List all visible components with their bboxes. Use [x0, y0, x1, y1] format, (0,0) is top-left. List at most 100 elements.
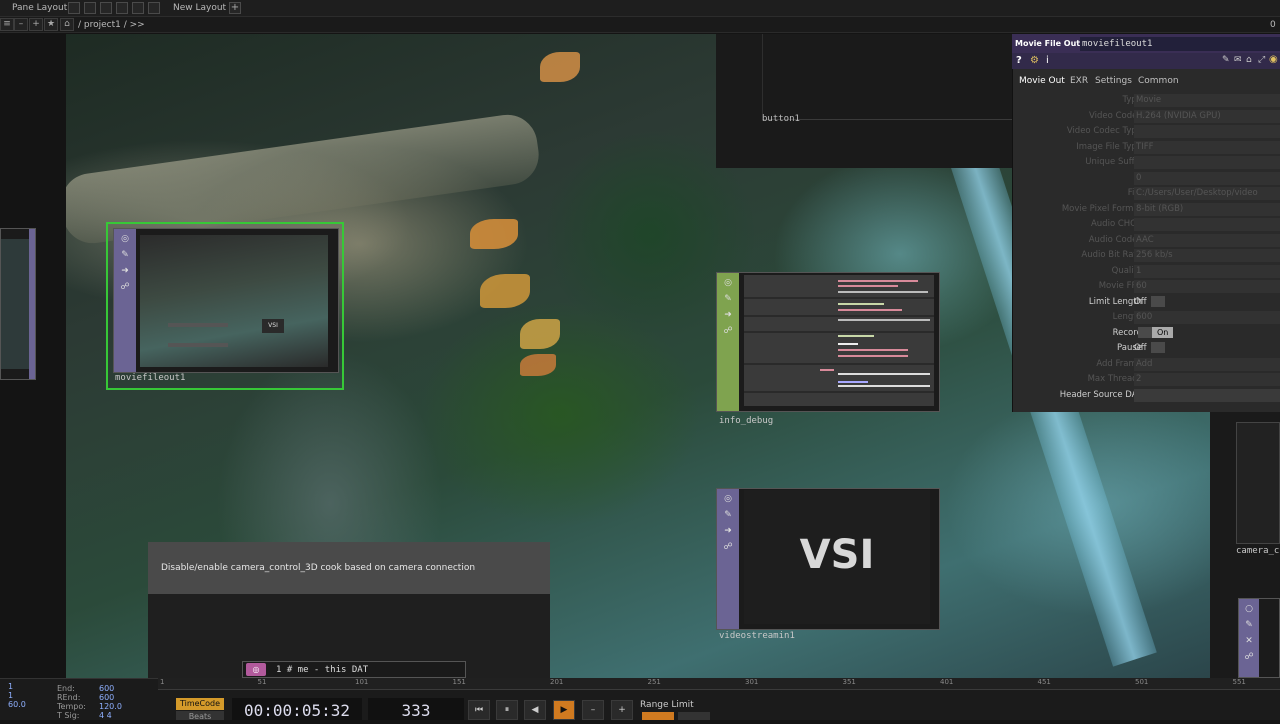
layout-grid-button[interactable]	[148, 2, 160, 14]
step-back-button[interactable]: ◀	[524, 700, 546, 720]
layout-split-button[interactable]	[84, 2, 96, 14]
timecode-display[interactable]: 00:00:05:32	[232, 698, 362, 720]
param-label: Image File Type	[1076, 141, 1142, 152]
param-value-field[interactable]	[1134, 156, 1280, 169]
param-value-field[interactable]: 2	[1134, 373, 1280, 386]
param-value-field[interactable]: H.264 (NVIDIA GPU)	[1134, 109, 1280, 123]
toggle-box[interactable]	[1150, 342, 1165, 353]
parent-icon[interactable]: ⌂	[1246, 55, 1252, 65]
param-value-field[interactable]: Movie	[1134, 94, 1280, 107]
param-row: Unique Suffix	[1012, 155, 1280, 170]
play-button[interactable]: ▶	[553, 700, 575, 720]
layout-triple-button[interactable]	[116, 2, 128, 14]
add-icon[interactable]: +	[29, 18, 43, 31]
camera-node-label[interactable]: camera_c	[1236, 546, 1279, 556]
layout-vsplit-button[interactable]	[100, 2, 112, 14]
collapse-icon[interactable]: –	[14, 18, 28, 31]
param-row: Record On	[1012, 326, 1280, 341]
toggle-value[interactable]: On	[1152, 326, 1174, 338]
clone-icon[interactable]: ☍	[1243, 651, 1255, 663]
edit-icon[interactable]: ✎	[1222, 55, 1230, 65]
layout-single-button[interactable]	[68, 2, 80, 14]
network-path[interactable]: / project1 / >>	[78, 20, 145, 30]
param-value-field[interactable]: TIFF	[1134, 140, 1280, 154]
param-toggle[interactable]: Off	[1134, 342, 1165, 355]
tab-common[interactable]: Common	[1138, 76, 1179, 86]
param-value-field[interactable]: Add	[1134, 357, 1280, 371]
button-node-label[interactable]: button1	[762, 114, 800, 124]
bypass-icon[interactable]: ◎	[722, 277, 734, 289]
ruler-tick: 401	[940, 678, 954, 686]
param-value-field[interactable]: 256 kb/s	[1134, 249, 1280, 262]
param-value-field[interactable]: C:/Users/User/Desktop/video	[1134, 187, 1280, 200]
loop-toggle[interactable]	[642, 712, 674, 720]
frame-display[interactable]: 333	[368, 698, 464, 720]
close-icon[interactable]: ✕	[1243, 635, 1255, 647]
button-node-viewer[interactable]	[762, 34, 1012, 120]
parameter-icon-bar: ? ⚙ i ✎ ✉ ⌂ ⤢ ◉	[1012, 53, 1280, 69]
python-icon[interactable]: ⚙	[1030, 55, 1039, 66]
rewind-button[interactable]: ⏮	[468, 700, 490, 720]
param-value-field[interactable]: 600	[1134, 311, 1280, 324]
comment-icon[interactable]: ✉	[1234, 55, 1242, 65]
menu-icon[interactable]: ≡	[0, 18, 14, 31]
param-toggle[interactable]: On	[1134, 326, 1174, 340]
param-value-field[interactable]: AAC	[1134, 233, 1280, 247]
dat-content: 1 # me - this DAT	[276, 665, 369, 675]
viewer-icon[interactable]: ➜	[722, 309, 734, 321]
camera-control-node[interactable]: ○ ✎ ✕ ☍	[1238, 598, 1280, 678]
clone-icon[interactable]: ☍	[722, 325, 734, 337]
beats-toggle[interactable]: Beats	[176, 711, 224, 720]
viewer-icon[interactable]: ➜	[119, 265, 131, 277]
timecode-toggle[interactable]: TimeCode	[176, 698, 224, 710]
param-row: Add Frame Add	[1012, 357, 1280, 372]
param-value-field[interactable]	[1134, 125, 1280, 138]
toggle-box[interactable]	[1150, 295, 1165, 307]
param-value-field[interactable]: 0	[1134, 171, 1280, 185]
node-sidebar: ◎ ✎ ➜ ☍	[114, 229, 136, 372]
info-icon[interactable]: i	[1046, 55, 1049, 66]
clone-icon[interactable]: ☍	[722, 541, 734, 553]
param-value-field[interactable]	[1134, 218, 1280, 231]
star-icon[interactable]: ★	[44, 18, 58, 31]
globe-icon[interactable]: ◉	[1269, 54, 1278, 65]
network-path-bar: ≡ – + ★ ⌂ / project1 / >> 0	[0, 17, 1280, 33]
add-layout-button[interactable]: +	[229, 2, 241, 14]
bypass-icon[interactable]: ◎	[722, 493, 734, 505]
lock-icon[interactable]: ✎	[722, 509, 734, 521]
layout-quad-button[interactable]	[132, 2, 144, 14]
param-value-field[interactable]: 60	[1134, 280, 1280, 293]
timeline-stats: 1 1 60.0 End: 600 REnd: 600 Tempo: 120.0 T Sig: 4 …	[0, 680, 156, 720]
param-toggle[interactable]: Off	[1134, 295, 1165, 309]
operator-name-field[interactable]: moviefileout1	[1080, 37, 1280, 51]
tab-movie-out[interactable]: Movie Out	[1019, 76, 1065, 86]
timeline-ruler[interactable]: 1 51 101 151 201 251 301 351 401 451 501 551	[158, 678, 1280, 690]
videostreamin-label[interactable]: videostreamin1	[719, 631, 795, 641]
parameter-tabs: Movie Out EXR Settings Common	[1012, 73, 1280, 89]
help-icon[interactable]: ?	[1016, 55, 1022, 66]
lock-icon[interactable]: ✎	[119, 249, 131, 261]
lock-icon[interactable]: ✎	[1243, 619, 1255, 631]
step-plus-button[interactable]: +	[611, 700, 633, 720]
pause-button[interactable]: ⏸	[496, 700, 518, 720]
clone-icon[interactable]: ☍	[119, 281, 131, 293]
bypass-icon[interactable]: ○	[1243, 603, 1255, 615]
ruler-tick: 201	[550, 678, 564, 686]
param-value-field[interactable]: 8-bit (RGB)	[1134, 202, 1280, 216]
home-icon[interactable]: ⌂	[60, 18, 74, 31]
expand-icon[interactable]: ⤢	[1258, 55, 1265, 65]
moviefileout-label[interactable]: moviefileout1	[115, 373, 185, 383]
tab-settings[interactable]: Settings	[1095, 76, 1132, 86]
bypass-icon[interactable]: ◎	[119, 233, 131, 245]
tab-exr[interactable]: EXR	[1070, 76, 1088, 86]
offscreen-node[interactable]	[0, 228, 36, 380]
info-debug-label[interactable]: info_debug	[719, 416, 773, 426]
param-value-field[interactable]: 1	[1134, 264, 1280, 278]
viewer-icon[interactable]: ➜	[722, 525, 734, 537]
leaf-decoration	[470, 219, 518, 249]
param-value-field[interactable]	[1134, 388, 1280, 402]
step-minus-button[interactable]: –	[582, 700, 604, 720]
toggle-box[interactable]	[1138, 326, 1152, 338]
lock-icon[interactable]: ✎	[722, 293, 734, 305]
once-toggle[interactable]	[678, 712, 710, 720]
